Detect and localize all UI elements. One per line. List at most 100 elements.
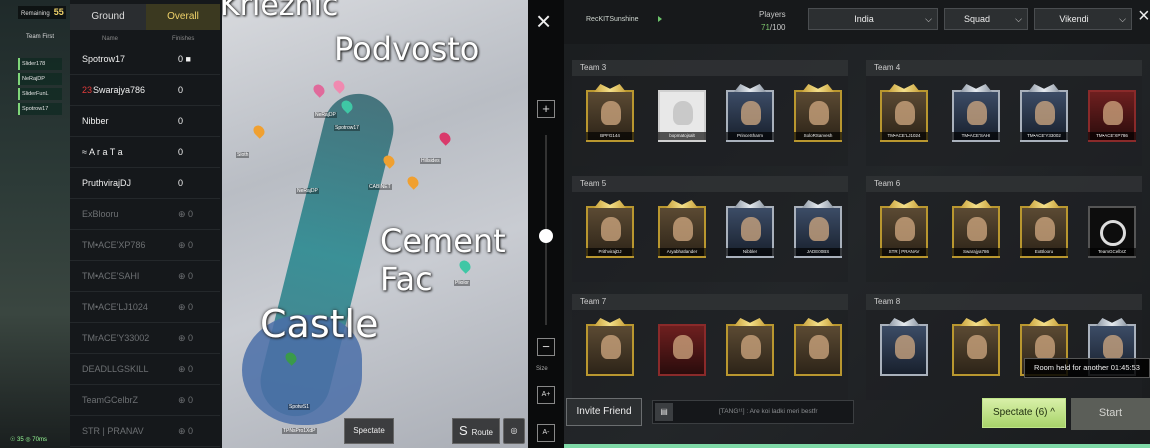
player-slot[interactable]: ExBlooru xyxy=(1020,200,1068,260)
map-player-label: SpotwS1 xyxy=(288,404,311,410)
font-decrease-button[interactable]: A- xyxy=(537,424,555,442)
player-slot[interactable]: TM•ACE'Y33002 xyxy=(1020,84,1068,144)
route-button[interactable]: S Route xyxy=(452,418,500,444)
player-slot[interactable]: TeamGCelbrZ xyxy=(1088,200,1136,260)
frame-wings-icon xyxy=(802,318,834,326)
player-name-text: PruthvirajDJ xyxy=(82,178,132,188)
team-panel: Team 6 STR | PRANAV Swarajya786 ExBlooru Tea… xyxy=(866,176,1142,282)
player-slot[interactable]: BPFG144 xyxy=(586,84,634,144)
frame-wings-icon xyxy=(888,84,920,92)
avatar-portrait xyxy=(895,217,915,241)
player-name: PruthvirajDJ xyxy=(82,178,131,188)
scoreboard-panel: Ground Overall Name Finishes Spotrow17 0 … xyxy=(70,0,222,448)
player-slot[interactable] xyxy=(586,318,634,378)
player-slot[interactable]: Swarajya786 xyxy=(952,200,1000,260)
player-slot[interactable]: JADE00BS xyxy=(794,200,842,260)
tab-ground[interactable]: Ground xyxy=(70,4,146,30)
player-slot[interactable] xyxy=(726,318,774,378)
chevron-down-icon: ⌵ xyxy=(925,14,932,24)
route-label: Route xyxy=(471,428,494,437)
player-avatar xyxy=(726,324,774,376)
player-name-text: DEADLLGSKILL xyxy=(82,364,149,374)
game-hud: Remaining 55 Team First Slider178 NeRajDP… xyxy=(0,0,222,448)
player-slot-name: STR | PRANAV xyxy=(880,248,928,256)
player-slot[interactable]: TM•ACE'XP786 xyxy=(1088,84,1136,144)
zoom-slider-handle[interactable] xyxy=(539,229,553,243)
squad-list: Slider178 NeRajDP SliderFunL Spotrow17 xyxy=(18,58,62,118)
map-dropdown[interactable]: Vikendi ⌵ xyxy=(1034,8,1132,30)
map-label-castle: Castle xyxy=(260,302,379,346)
size-label: Size xyxy=(536,366,548,372)
frame-wings-icon xyxy=(802,84,834,92)
player-slot[interactable] xyxy=(794,318,842,378)
column-name: Name xyxy=(102,36,119,42)
player-slot[interactable]: PrithvirajDJ xyxy=(586,200,634,260)
network-status: ☉ 35 ◎ 70ms xyxy=(10,437,47,443)
scoreboard-row: ExBlooru ⊕ 0 xyxy=(70,199,220,230)
player-slot[interactable]: Aryabhatlander xyxy=(658,200,706,260)
team-panel: Team 5 PrithvirajDJ Aryabhatlander Nibbler J… xyxy=(572,176,848,282)
player-slot[interactable]: TM•ACE'SAHI xyxy=(952,84,1000,144)
player-avatar xyxy=(880,324,928,376)
player-finishes: ⊕ 0 xyxy=(178,271,194,281)
mode-dropdown[interactable]: Squad ⌵ xyxy=(944,8,1028,30)
zoom-out-button[interactable]: − xyxy=(537,338,555,356)
player-name: Nibber xyxy=(82,116,109,126)
team-panel: Team 4 TM•ACE'LJ1024 TM•ACE'SAHI TM•ACE'Y33… xyxy=(866,60,1142,166)
spectate-map[interactable]: Krieznic Podvosto Cement Fac Castle Slot… xyxy=(222,0,528,448)
player-slot[interactable]: STR | PRANAV xyxy=(880,200,928,260)
chevron-down-icon: ⌵ xyxy=(1119,14,1126,24)
player-marker xyxy=(437,130,453,146)
player-finishes: 0 xyxy=(178,147,184,157)
lobby-bottom-bar: Invite Friend ▤ [TANG¹¹] : Are koi ladki… xyxy=(564,394,1150,448)
map-player-label: Hillsides xyxy=(420,158,441,164)
squad-player: Slider178 xyxy=(18,58,62,70)
avatar-portrait xyxy=(741,101,761,125)
players-current: 71 xyxy=(761,23,770,32)
close-icon[interactable]: × xyxy=(1138,6,1150,26)
player-slot[interactable] xyxy=(880,318,928,378)
player-slot[interactable]: bopmatojsalt xyxy=(658,84,706,144)
map-player-label: NeRajDP xyxy=(296,188,319,194)
chat-input[interactable]: ▤ [TANG¹¹] : Are koi ladki meri bestfr xyxy=(652,400,854,424)
player-name-text: Spotrow17 xyxy=(82,54,126,64)
player-name-text: ExBlooru xyxy=(82,209,119,219)
chat-preview: [TANG¹¹] : Are koi ladki meri bestfr xyxy=(719,408,818,415)
player-slot[interactable]: Nibbler xyxy=(726,200,774,260)
player-slot-name: TM•ACE'XP786 xyxy=(1088,132,1136,140)
font-increase-button[interactable]: A+ xyxy=(537,386,555,404)
region-dropdown[interactable]: India ⌵ xyxy=(808,8,938,30)
zoom-in-button[interactable]: + xyxy=(537,100,555,118)
player-slot[interactable]: TM•ACE'LJ1024 xyxy=(880,84,928,144)
scoreboard-row: Spotrow17 0 ■ xyxy=(70,44,220,75)
start-button[interactable]: Start xyxy=(1071,398,1150,430)
player-slot-name: TM•ACE'LJ1024 xyxy=(880,132,928,140)
map-label-cement-factory: Cement Fac xyxy=(380,222,506,298)
player-finishes: 0 xyxy=(178,178,184,188)
avatar-portrait xyxy=(673,217,693,241)
player-slot[interactable]: PrinceSharm xyxy=(726,84,774,144)
team-panel: Team 8 xyxy=(866,294,1142,400)
player-finishes: ⊕ 0 xyxy=(178,209,194,219)
chevron-down-icon: ⌵ xyxy=(1015,14,1022,24)
locate-icon[interactable]: ◎ xyxy=(503,418,525,444)
player-slot-name: bopmatojsalt xyxy=(658,132,706,140)
spectate-button[interactable]: Spectate (6) ^ xyxy=(982,398,1066,428)
player-slot[interactable] xyxy=(952,318,1000,378)
frame-wings-icon xyxy=(960,200,992,208)
zoom-controls: × + − Size A+ A- xyxy=(528,0,564,448)
frame-wings-icon xyxy=(666,200,698,208)
remaining-label: Remaining xyxy=(21,11,50,17)
player-slot[interactable]: SoloRSarvesh xyxy=(794,84,842,144)
player-avatar xyxy=(952,324,1000,376)
tab-overall[interactable]: Overall xyxy=(146,4,220,30)
remaining-counter: Remaining 55 xyxy=(18,6,66,19)
player-name-text: Swarajya786 xyxy=(93,85,146,95)
player-slot[interactable] xyxy=(658,318,706,378)
close-map-icon[interactable]: × xyxy=(536,8,551,34)
avatar-portrait xyxy=(1103,335,1123,359)
map-spectate-button[interactable]: Spectate xyxy=(344,418,394,444)
invite-friend-button[interactable]: Invite Friend xyxy=(566,398,642,426)
player-name: TeamGCelbrZ xyxy=(82,395,138,405)
chat-icon[interactable]: ▤ xyxy=(655,403,673,421)
